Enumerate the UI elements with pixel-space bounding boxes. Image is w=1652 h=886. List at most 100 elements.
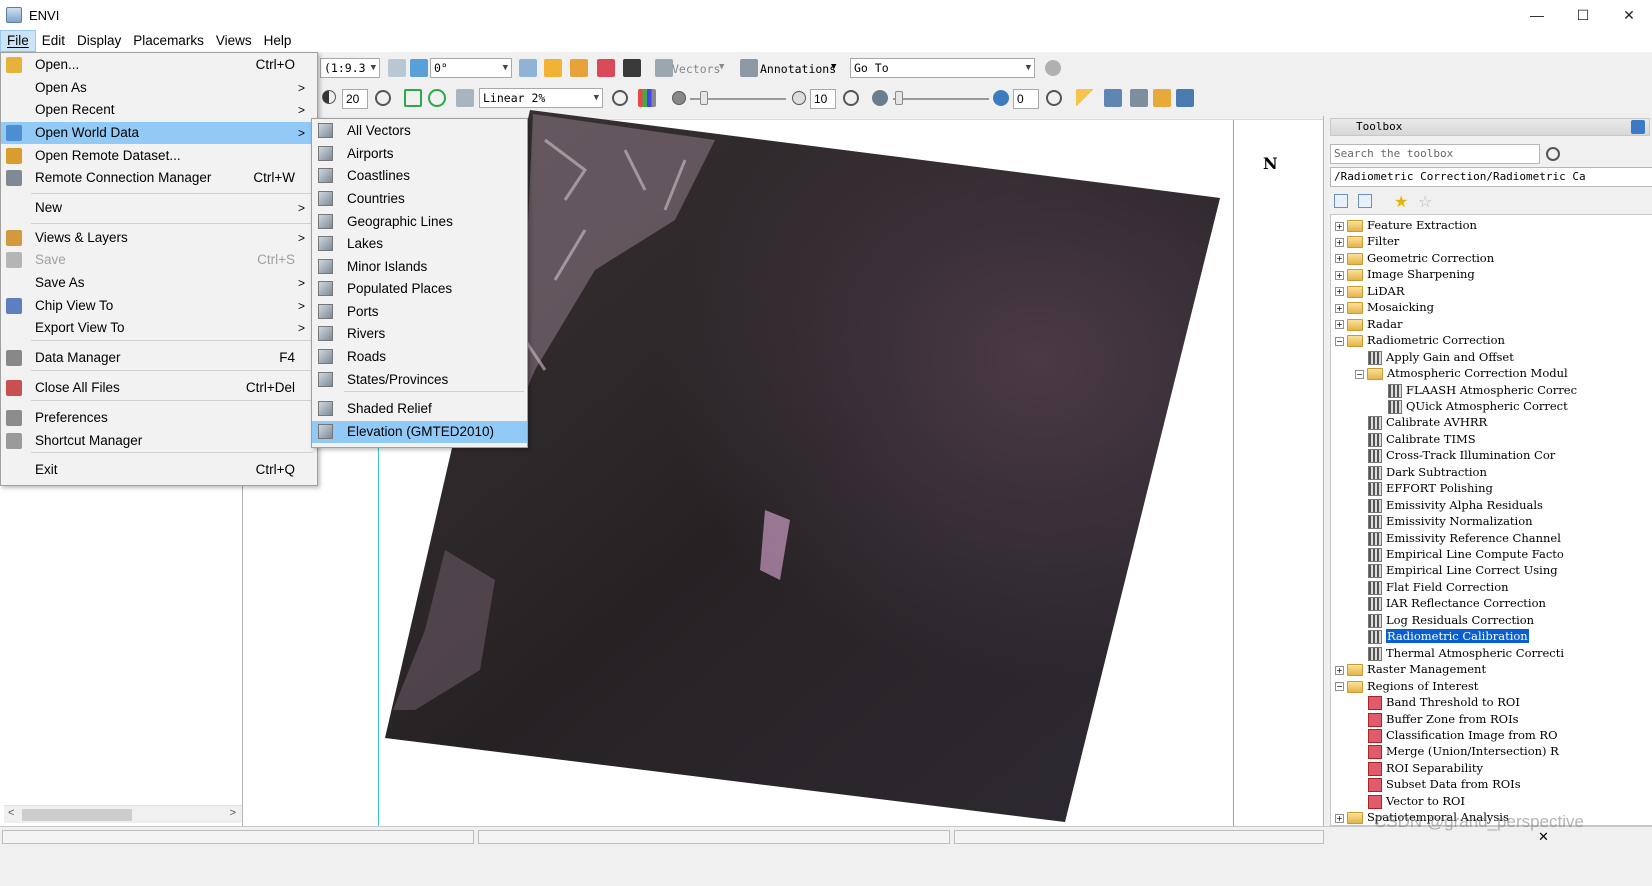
rotate-left-icon[interactable] — [388, 59, 406, 77]
refresh-icon[interactable] — [375, 90, 391, 106]
toolbox-tool[interactable]: Subset Data from ROIs — [1355, 776, 1521, 793]
zoom-full-icon[interactable] — [428, 89, 446, 107]
toolbox-folder[interactable]: − Regions of Interest — [1335, 678, 1478, 694]
menu-views[interactable]: Views — [210, 30, 258, 52]
brightness-slider-handle[interactable] — [700, 91, 708, 105]
scale-combo[interactable]: (1:9.3 ▼ — [320, 58, 380, 78]
view-blend-icon[interactable] — [1176, 89, 1194, 107]
world-data-item-countries[interactable]: Countries — [312, 188, 527, 210]
toolbox-tool[interactable]: Emissivity Alpha Residuals — [1355, 497, 1543, 513]
toolbox-folder[interactable]: − Atmospheric Correction Modul — [1355, 365, 1568, 381]
toolbox-folder[interactable]: + Raster Management — [1335, 661, 1486, 677]
toolbox-folder[interactable]: − Radiometric Correction — [1335, 332, 1505, 348]
toolbox-folder[interactable]: + Filter — [1335, 233, 1399, 249]
contrast-icon[interactable] — [322, 90, 336, 104]
toolbox-tool[interactable]: Merge (Union/Intersection) R — [1355, 743, 1559, 760]
file-menu-item-views-layers[interactable]: Views & Layers > — [1, 227, 317, 249]
file-menu-item-open-remote-dataset[interactable]: Open Remote Dataset... — [1, 145, 317, 167]
file-menu-item-close-all-files[interactable]: Close All Files Ctrl+Del — [1, 377, 317, 399]
world-data-item-lakes[interactable]: Lakes — [312, 233, 527, 255]
toolbox-folder[interactable]: + Radar — [1335, 316, 1403, 332]
file-menu-item-data-manager[interactable]: Data Manager F4 — [1, 347, 317, 369]
toolbox-tool[interactable]: IAR Reflectance Correction — [1355, 595, 1546, 612]
world-data-item-ports[interactable]: Ports — [312, 301, 527, 323]
pin-icon[interactable] — [1631, 120, 1645, 134]
world-data-item-minor-islands[interactable]: Minor Islands — [312, 256, 527, 278]
measure-icon[interactable] — [1076, 89, 1094, 107]
expand-icon[interactable]: + — [1335, 665, 1344, 675]
annotations-label[interactable]: Annotations — [760, 62, 836, 76]
brightness-value-field[interactable]: 10 — [810, 89, 836, 109]
expand-icon[interactable]: + — [1335, 320, 1344, 330]
toolbox-tool[interactable]: FLAASH Atmospheric Correc — [1375, 382, 1577, 398]
toolbox-tool[interactable]: Apply Gain and Offset — [1355, 349, 1514, 365]
file-menu-item-open-recent[interactable]: Open Recent > — [1, 99, 317, 121]
world-data-item-rivers[interactable]: Rivers — [312, 323, 527, 345]
refresh-stretch-icon[interactable] — [612, 90, 628, 106]
world-data-item-populated-places[interactable]: Populated Places — [312, 278, 527, 300]
favorite-star-icon[interactable]: ★ — [1394, 192, 1408, 212]
toolbox-tool[interactable]: EFFORT Polishing — [1355, 480, 1493, 497]
histogram-icon[interactable] — [638, 89, 656, 107]
toolbox-tool[interactable]: Band Threshold to ROI — [1355, 694, 1520, 711]
roi-tool-icon[interactable] — [597, 59, 615, 77]
toolbox-tool[interactable]: Radiometric Calibration — [1355, 628, 1529, 645]
settings-gear-icon[interactable] — [1045, 60, 1061, 76]
vectors-label[interactable]: Vectors — [672, 62, 720, 76]
file-menu-item-open-as[interactable]: Open As > — [1, 77, 317, 99]
toolbox-tool[interactable]: Dark Subtraction — [1355, 464, 1487, 480]
world-data-item-all-vectors[interactable]: All Vectors — [312, 120, 527, 142]
favorite-star-outline-icon[interactable]: ☆ — [1418, 192, 1432, 212]
file-menu-item-open-world-data[interactable]: Open World Data > — [1, 122, 317, 144]
expand-icon[interactable]: + — [1335, 237, 1344, 247]
expand-icon[interactable]: + — [1335, 254, 1344, 264]
goto-combo[interactable]: Go To ▼ — [850, 58, 1035, 78]
toolbox-tool[interactable]: Classification Image from RO — [1355, 727, 1558, 743]
file-menu-item-save-as[interactable]: Save As > — [1, 272, 317, 294]
collapse-icon[interactable]: − — [1335, 682, 1344, 692]
refresh-transparency-icon[interactable] — [1046, 90, 1062, 106]
expand-icon[interactable]: + — [1335, 813, 1344, 823]
toolbox-tool[interactable]: Empirical Line Correct Using — [1355, 562, 1558, 579]
scroll-left-icon[interactable]: < — [8, 807, 14, 819]
maximize-button[interactable]: ☐ — [1560, 0, 1606, 30]
portal-icon[interactable] — [1104, 89, 1122, 107]
transparency-low-icon[interactable] — [872, 90, 888, 106]
expand-icon[interactable]: + — [1335, 270, 1344, 280]
layer-panel-hscrollbar[interactable]: < > — [4, 805, 242, 823]
collapse-all-icon[interactable] — [1334, 194, 1348, 208]
file-menu-item-chip-view-to[interactable]: Chip View To > — [1, 295, 317, 317]
world-data-item-states-provinces[interactable]: States/Provinces — [312, 369, 527, 391]
scroll-thumb[interactable] — [22, 809, 132, 821]
refresh-brightness-icon[interactable] — [843, 90, 859, 106]
collapse-icon[interactable]: − — [1355, 369, 1364, 379]
toolbox-tree[interactable]: + Feature Extraction + Filter + Geometric Cor… — [1330, 214, 1652, 826]
toolbox-tool[interactable]: Emissivity Normalization — [1355, 513, 1533, 530]
file-menu-item-export-view-to[interactable]: Export View To > — [1, 317, 317, 339]
view-flicker-icon[interactable] — [1130, 89, 1148, 107]
world-data-item-geographic-lines[interactable]: Geographic Lines — [312, 211, 527, 233]
toolbox-folder[interactable]: + LiDAR — [1335, 283, 1405, 299]
toolbox-tool[interactable]: Log Residuals Correction — [1355, 612, 1534, 628]
world-data-item-coastlines[interactable]: Coastlines — [312, 165, 527, 187]
toolbox-tool[interactable]: Buffer Zone from ROIs — [1355, 711, 1519, 727]
toolbox-tool[interactable]: ROI Separability — [1355, 760, 1483, 776]
file-menu-item-shortcut-manager[interactable]: Shortcut Manager — [1, 430, 317, 452]
toolbox-tool[interactable]: Flat Field Correction — [1355, 579, 1509, 595]
file-menu-item-exit[interactable]: Exit Ctrl+Q — [1, 459, 317, 481]
file-menu-item-new[interactable]: New > — [1, 197, 317, 219]
annotations-dropdown-icon[interactable]: ▼ — [831, 62, 836, 72]
toolbox-tool[interactable]: Cross-Track Illumination Cor — [1355, 447, 1555, 464]
file-menu-item-preferences[interactable]: Preferences — [1, 407, 317, 429]
toolbox-folder[interactable]: + Feature Extraction — [1335, 217, 1477, 233]
stretch-icon[interactable] — [456, 89, 474, 107]
toolbox-tool[interactable]: QUick Atmospheric Correct — [1375, 398, 1568, 414]
transparency-high-icon[interactable] — [993, 90, 1009, 106]
vectors-dropdown-icon[interactable]: ▼ — [719, 62, 724, 72]
toolbox-refresh-icon[interactable] — [1546, 147, 1560, 161]
toolbox-folder[interactable]: + Image Sharpening — [1335, 266, 1475, 282]
transparency-slider-handle[interactable] — [895, 91, 903, 105]
vectors-icon[interactable] — [655, 59, 673, 77]
toolbox-tool[interactable]: Vector to ROI — [1355, 793, 1465, 809]
expand-icon[interactable]: + — [1335, 221, 1344, 231]
